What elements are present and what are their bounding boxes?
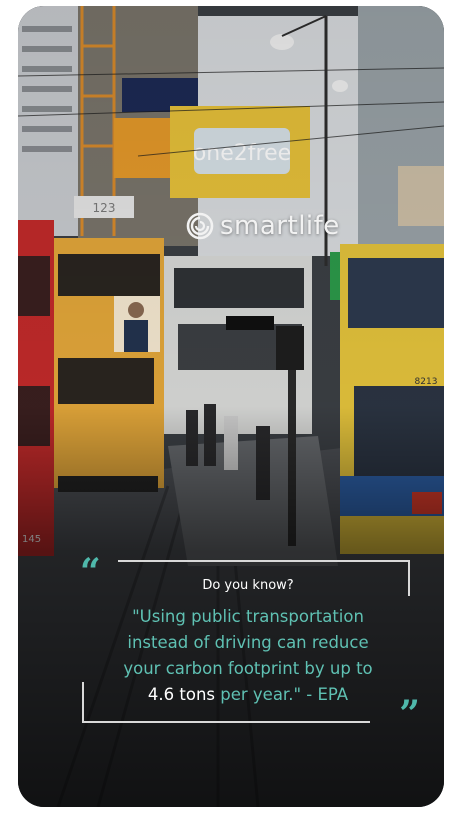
frame-line-top <box>118 560 408 562</box>
quote-heading: Do you know? <box>202 578 294 593</box>
phone-frame: one2free <box>18 6 444 807</box>
quote-card: “ Do you know? "Using public transportat… <box>78 552 420 738</box>
quote-line-4: 4.6 tons per year." - EPA <box>78 682 418 708</box>
quote-line-3: your carbon footprint by up to <box>123 659 373 678</box>
quote-line-2: instead of driving can reduce <box>127 633 369 652</box>
quote-text: "Using public transportation instead of … <box>78 604 418 708</box>
splash-screen: one2free <box>0 0 462 813</box>
quote-close-icon: ” <box>399 693 420 735</box>
frame-line-bottom <box>82 721 370 723</box>
quote-line-4-rest: per year." - EPA <box>215 685 349 704</box>
swirl-logo-icon <box>186 212 214 240</box>
quote-highlight: 4.6 tons <box>147 685 215 704</box>
brand-name: smartlife <box>220 211 340 241</box>
quote-line-1: "Using public transportation <box>132 607 364 626</box>
brand-logo: smartlife <box>186 212 340 240</box>
